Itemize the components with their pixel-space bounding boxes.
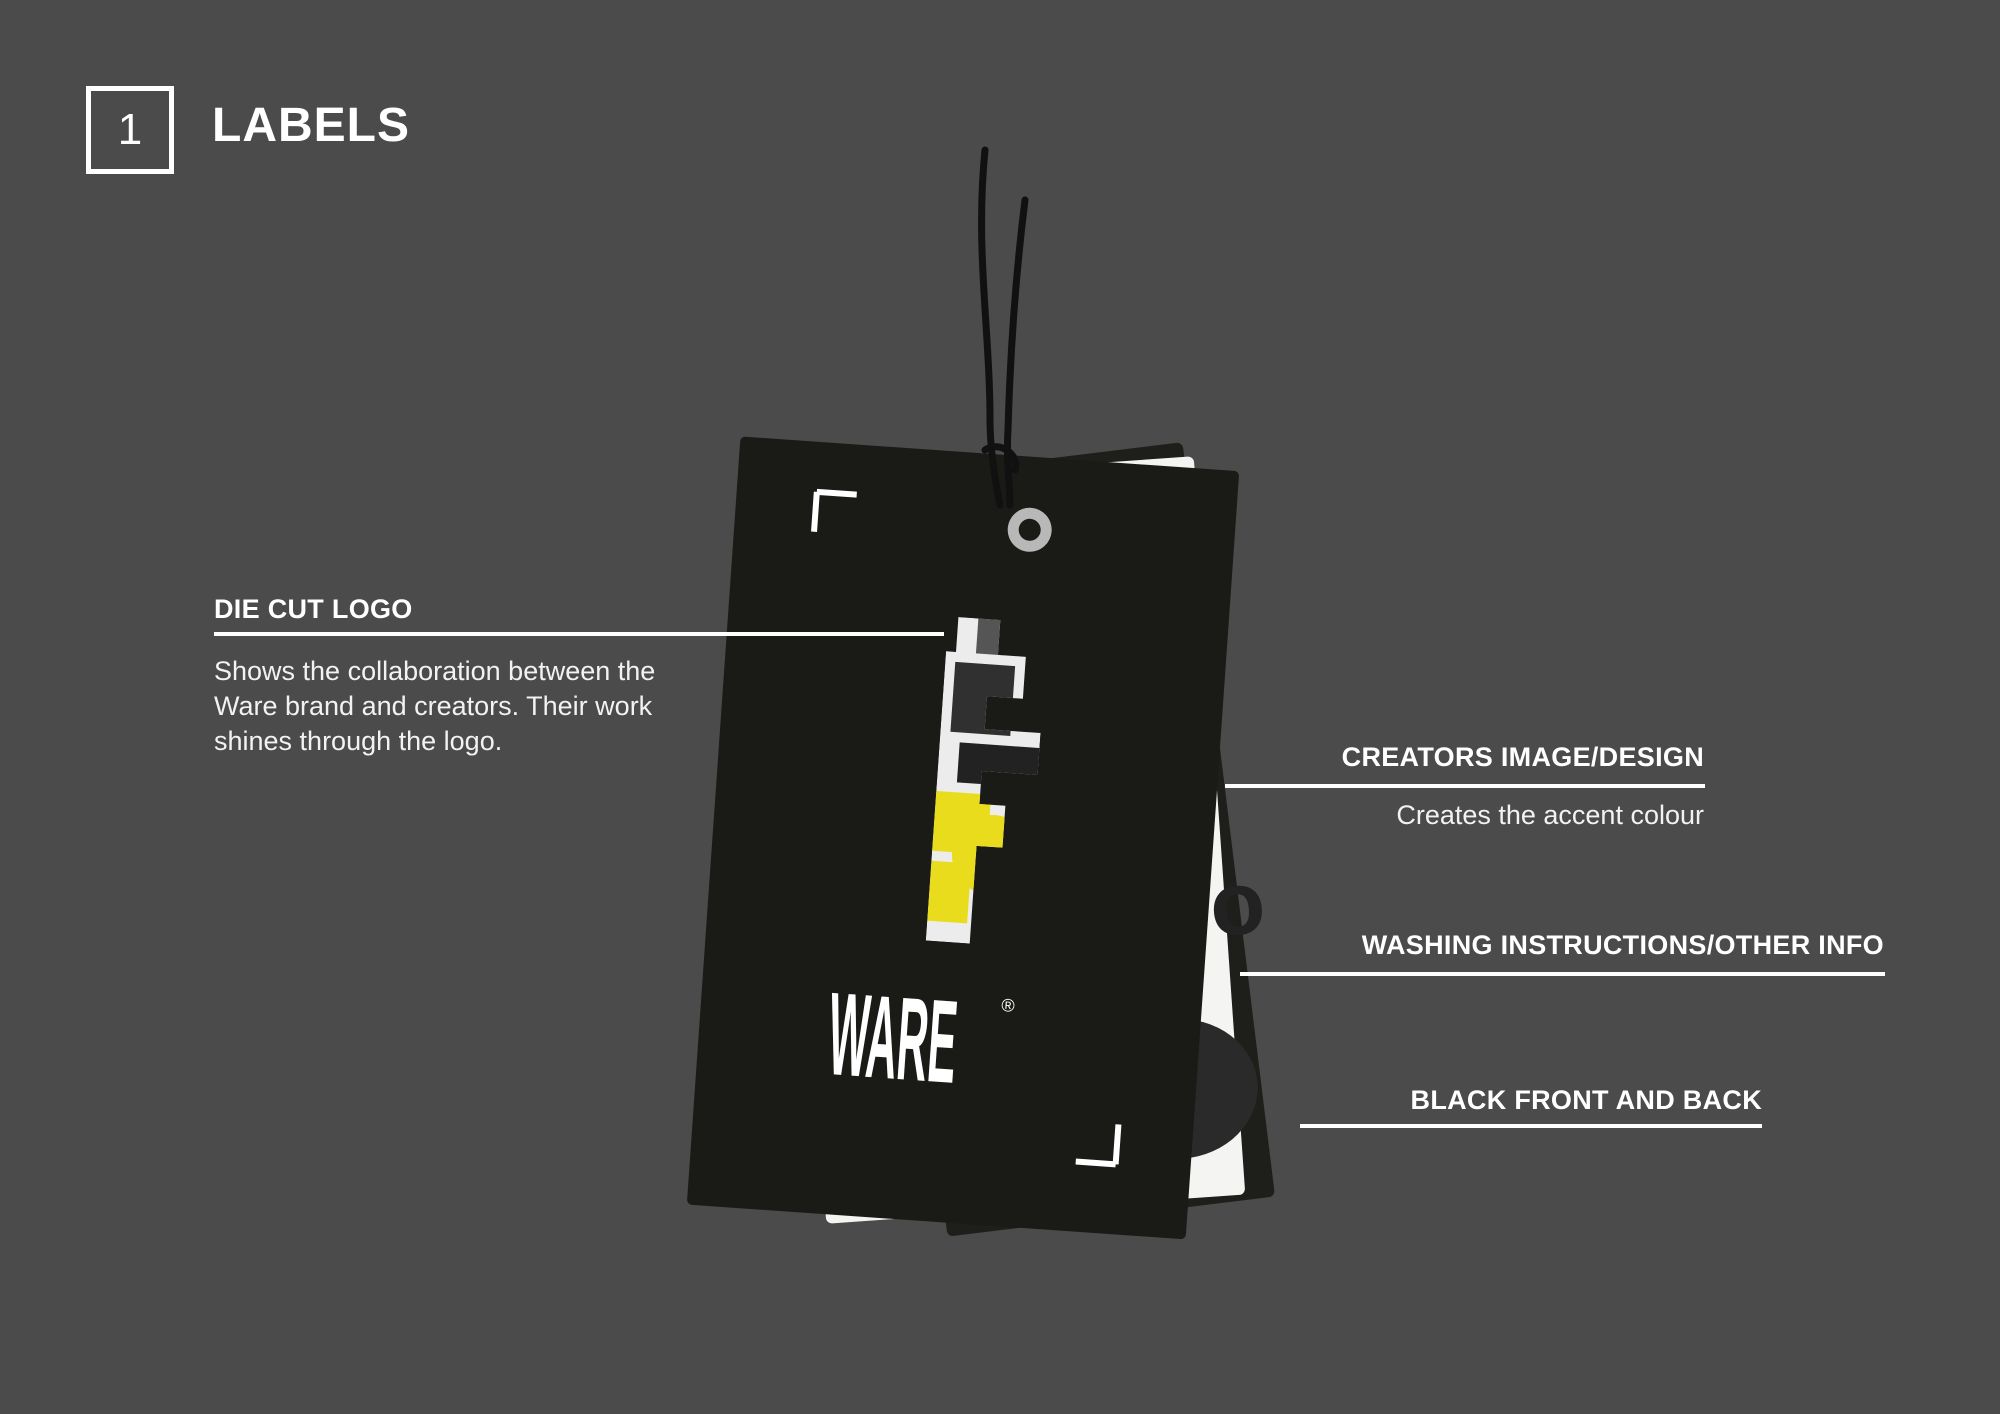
die-cut-description-line: Shows the collaboration between the bbox=[214, 656, 656, 686]
black-heading: BLACK FRONT AND BACK bbox=[1410, 1085, 1762, 1115]
die-cut-description-line: Ware brand and creators. Their work bbox=[214, 691, 653, 721]
black-leader-line bbox=[1300, 1124, 1762, 1128]
washing-heading: WASHING INSTRUCTIONS/OTHER INFO bbox=[1361, 930, 1884, 960]
hang-string bbox=[978, 146, 1029, 509]
creators-heading: CREATORS IMAGE/DESIGN bbox=[1341, 742, 1704, 772]
creators-leader-line bbox=[1225, 784, 1705, 788]
die-cut-leader-line bbox=[214, 632, 944, 636]
brand-wordmark: WARE bbox=[824, 967, 961, 1108]
washing-leader-line bbox=[1240, 972, 1885, 976]
die-cut-description: Shows the collaboration between the Ware… bbox=[214, 654, 655, 759]
creators-description: Creates the accent colour bbox=[1396, 800, 1704, 830]
front-black-tag: WARE ® bbox=[687, 436, 1239, 1240]
brand-registered-mark: ® bbox=[1001, 995, 1016, 1016]
die-cut-heading: DIE CUT LOGO bbox=[214, 594, 413, 624]
die-cut-description-line: shines through the logo. bbox=[214, 726, 503, 756]
